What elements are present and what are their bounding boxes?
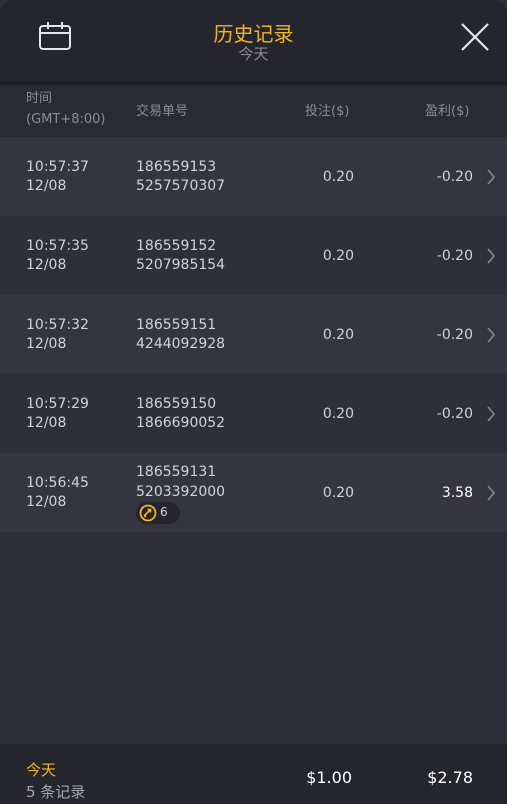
row-order-sub-id: 5207985154 [136, 257, 226, 273]
row-stake: 0.20 [322, 485, 354, 501]
row-date: 12/08 [26, 336, 67, 352]
row-time: 10:57:35 [26, 238, 89, 254]
row-order-id: 186559152 [136, 238, 217, 254]
free-spins-badge[interactable]: 6 [136, 502, 180, 524]
history-row[interactable]: 10:57:37 12/08 186559153 5257570307 0.20… [0, 137, 507, 216]
footer-total-stake: $1.00 [306, 768, 352, 787]
row-stake: 0.20 [322, 248, 354, 264]
row-date: 12/08 [26, 494, 67, 510]
chevron-right-icon [487, 406, 495, 422]
row-order-sub-id: 5203392000 [136, 484, 226, 500]
row-profit: -0.20 [436, 169, 473, 185]
row-time: 10:56:45 [26, 475, 89, 491]
header: 历史记录 今天 [0, 0, 507, 81]
close-icon[interactable] [460, 22, 490, 52]
row-profit: -0.20 [436, 327, 473, 343]
row-profit: -0.20 [436, 406, 473, 422]
chevron-right-icon [487, 327, 495, 343]
row-order-id: 186559150 [136, 396, 217, 412]
row-order-sub-id: 5257570307 [136, 178, 226, 194]
free-spins-count: 6 [160, 505, 168, 519]
row-date: 12/08 [26, 178, 67, 194]
row-stake: 0.20 [322, 406, 354, 422]
column-profit-label: 盈利($) [425, 104, 470, 119]
free-spins-icon [139, 504, 157, 522]
chevron-right-icon [487, 248, 495, 264]
row-order-sub-id: 4244092928 [136, 336, 226, 352]
footer-period-label: 今天 [26, 761, 57, 779]
row-profit: -0.20 [436, 248, 473, 264]
row-profit: 3.58 [441, 485, 473, 501]
column-stake-label: 投注($) [305, 104, 350, 119]
history-list: 10:57:37 12/08 186559153 5257570307 0.20… [0, 137, 507, 532]
history-row[interactable]: 10:57:32 12/08 186559151 4244092928 0.20… [0, 295, 507, 374]
chevron-right-icon [487, 485, 495, 501]
page-subtitle: 今天 [238, 45, 269, 63]
column-timezone-label: (GMT+8:00) [26, 112, 106, 127]
summary-footer: 今天 5 条记录 $1.00 $2.78 [0, 744, 507, 804]
row-time: 10:57:37 [26, 159, 89, 175]
row-stake: 0.20 [322, 169, 354, 185]
row-date: 12/08 [26, 257, 67, 273]
column-time-label: 时间 [26, 91, 53, 106]
history-row[interactable]: 10:57:29 12/08 186559150 1866690052 0.20… [0, 374, 507, 453]
chevron-right-icon [487, 169, 495, 185]
row-order-sub-id: 1866690052 [136, 415, 226, 431]
row-stake: 0.20 [322, 327, 354, 343]
history-row[interactable]: 10:56:45 12/08 186559131 5203392000 6 0.… [0, 453, 507, 532]
column-header: 时间 (GMT+8:00) 交易单号 投注($) 盈利($) [0, 85, 507, 137]
footer-record-count: 5 条记录 [26, 783, 86, 801]
footer-total-profit: $2.78 [427, 768, 473, 787]
row-time: 10:57:29 [26, 396, 89, 412]
column-order-label: 交易单号 [136, 104, 189, 119]
row-date: 12/08 [26, 415, 67, 431]
row-order-id: 186559153 [136, 159, 217, 175]
row-time: 10:57:32 [26, 317, 89, 333]
row-order-id: 186559131 [136, 464, 217, 480]
row-order-id: 186559151 [136, 317, 217, 333]
history-row[interactable]: 10:57:35 12/08 186559152 5207985154 0.20… [0, 216, 507, 295]
